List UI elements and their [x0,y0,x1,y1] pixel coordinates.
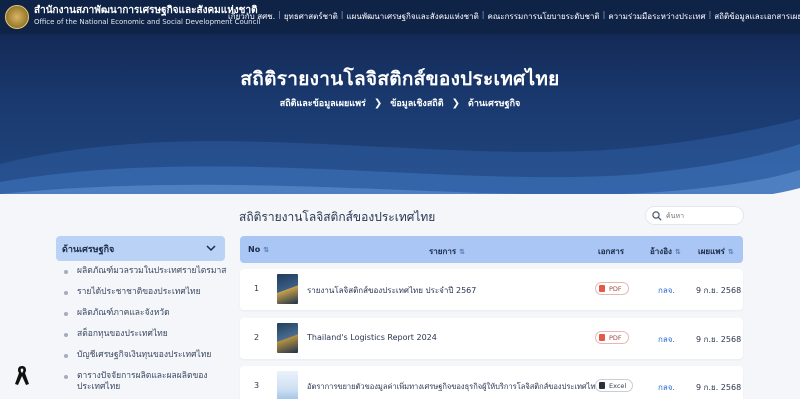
publish-date: 9 ก.ย. 2568 [696,286,742,295]
nav-separator: | [708,10,712,19]
column-label: เผยแพร่ [698,247,725,256]
org-name[interactable]: สำนักงานสภาพัฒนาการเศรษฐกิจและสังคมแห่งช… [34,4,260,28]
chevron-right-icon: ❯ [373,98,383,109]
table-row[interactable]: 3 อัตราการขยายตัวของมูลค่าเพิ่มทางเศรษฐก… [240,366,743,399]
column-header-no[interactable]: No ⇅ [248,245,269,254]
org-name-thai: สำนักงานสภาพัฒนาการเศรษฐกิจและสังคมแห่งช… [34,5,258,16]
document-type-label: Excel [609,381,627,390]
sort-icon: ⇅ [727,248,734,256]
column-label: อ้างอิง [650,247,672,256]
breadcrumb-economic[interactable]: ด้านเศรษฐกิจ [468,99,520,109]
mourning-ribbon-icon [15,366,29,385]
sidebar-item[interactable]: ผลิตภัณฑ์ภาคและจังหวัด [62,308,227,319]
sidebar-category-toggle[interactable]: ด้านเศรษฐกิจ [56,236,225,261]
sidebar-heading: ด้านเศรษฐกิจ [62,244,115,255]
top-bar: สำนักงานสภาพัฒนาการเศรษฐกิจและสังคมแห่งช… [0,0,800,34]
reference-link[interactable]: กลจ. [658,333,675,346]
sort-icon: ⇅ [459,248,465,256]
report-title[interactable]: อัตราการขยายตัวของมูลค่าเพิ่มทางเศรษฐกิจ… [307,381,600,393]
nav-development-plan[interactable]: แผนพัฒนาเศรษฐกิจและสังคมแห่งชาติ [346,10,478,23]
report-cover-thumbnail[interactable] [277,323,298,353]
reference-link[interactable]: กลจ. [658,381,675,394]
report-title[interactable]: Thailand's Logistics Report 2024 [307,333,437,342]
table-row[interactable]: 1 รายงานโลจิสติกส์ของประเทศไทย ประจำปี 2… [240,269,743,310]
chevron-down-icon [206,245,216,252]
search-input[interactable] [666,211,736,220]
hero-banner: สถิติรายงานโลจิสติกส์ของประเทศไทย สถิติแ… [0,34,800,194]
column-header-document: เอกสาร [598,245,624,258]
org-name-english: Office of the National Economic and Soci… [34,18,261,26]
column-header-reference[interactable]: อ้างอิง ⇅ [650,245,681,258]
column-header-published[interactable]: เผยแพร่ ⇅ [698,245,734,258]
chevron-right-icon: ❯ [451,98,460,109]
pdf-icon [599,285,605,292]
row-number: 3 [254,381,260,390]
column-label: No [248,245,261,254]
reference-link[interactable]: กลจ. [658,284,675,297]
nav-about[interactable]: เกี่ยวกับ สศช. [228,10,275,23]
sidebar-item[interactable]: ตารางปัจจัยการผลิตและผลผลิตของประเทศไทย [62,371,227,393]
sort-icon: ⇅ [674,248,681,256]
sidebar-item[interactable]: บัญชีเศรษฐกิจเงินทุนของประเทศไทย [62,350,227,361]
report-cover-thumbnail[interactable] [277,274,298,304]
pdf-download-button[interactable]: PDF [595,282,629,295]
column-header-name[interactable]: รายการ ⇅ [429,245,465,258]
section-title: สถิติรายงานโลจิสติกส์ของประเทศไทย [239,210,436,224]
nav-national-strategy[interactable]: ยุทธศาสตร์ชาติ [284,10,338,23]
sort-icon: ⇅ [263,246,270,254]
nav-separator: | [340,10,344,19]
nav-statistics[interactable]: สถิติข้อมูลและเอกสารเผยแพร่ [714,10,800,23]
breadcrumb-statistical-data[interactable]: ข้อมูลเชิงสถิติ [390,99,443,109]
main-nav: เกี่ยวกับ สศช. | ยุทธศาสตร์ชาติ | แผนพัฒนา… [228,10,800,23]
sidebar-item[interactable]: ผลิตภัณฑ์มวลรวมในประเทศรายไตรมาส [62,266,227,277]
pdf-icon [599,334,605,341]
table-row[interactable]: 2 Thailand's Logistics Report 2024 PDF ก… [240,318,743,359]
search-icon [652,210,662,221]
search-box[interactable] [645,206,744,225]
page-title: สถิติรายงานโลจิสติกส์ของประเทศไทย [240,68,560,90]
nav-separator: | [602,10,606,19]
report-cover-thumbnail[interactable] [277,371,298,399]
nav-international-cooperation[interactable]: ความร่วมมือระหว่างประเทศ [608,10,705,23]
nav-separator: | [481,10,485,19]
nesdc-logo[interactable] [5,5,29,29]
row-number: 2 [254,333,260,342]
pdf-download-button[interactable]: PDF [595,331,629,344]
document-type-label: PDF [609,284,622,293]
excel-icon [599,382,605,389]
sidebar-item[interactable]: รายได้ประชาชาติของประเทศไทย [62,287,227,298]
table-header: No ⇅ รายการ ⇅ เอกสาร อ้างอิง ⇅ เผยแพร่ ⇅ [240,236,743,263]
column-label: เอกสาร [598,247,625,256]
breadcrumb: สถิติและข้อมูลเผยแพร่ ❯ ข้อมูลเชิงสถิติ ❯ ด้… [0,96,800,110]
report-title[interactable]: รายงานโลจิสติกส์ของประเทศไทย ประจำปี 256… [307,284,476,297]
publish-date: 9 ก.ย. 2568 [696,383,742,392]
nav-national-committees[interactable]: คณะกรรมการนโยบายระดับชาติ [488,10,600,23]
column-label: รายการ [429,247,457,256]
row-number: 1 [254,284,260,293]
breadcrumb-statistics[interactable]: สถิติและข้อมูลเผยแพร่ [280,99,366,109]
sidebar-list: ผลิตภัณฑ์มวลรวมในประเทศรายไตรมาส รายได้ป… [62,266,227,399]
sidebar-item[interactable]: สต็อกทุนของประเทศไทย [62,329,227,340]
publish-date: 9 ก.ย. 2568 [696,335,742,344]
excel-download-button[interactable]: Excel [595,379,634,392]
document-type-label: PDF [609,333,622,342]
nav-separator: | [278,10,281,19]
